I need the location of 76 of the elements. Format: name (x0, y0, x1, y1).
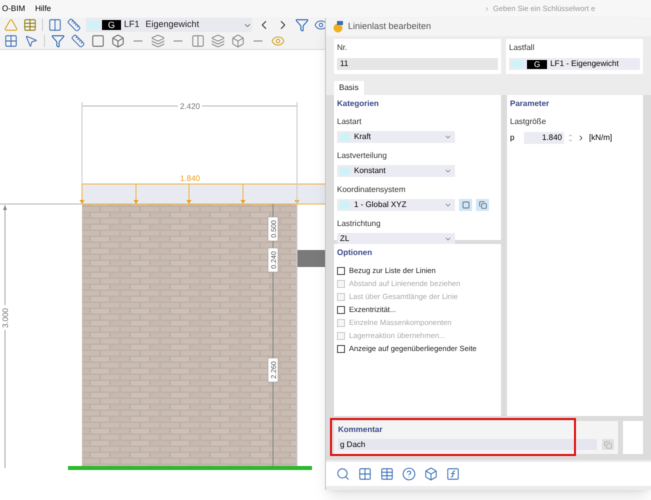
dropdown-icon (444, 167, 452, 175)
section-heading: Optionen (337, 248, 374, 258)
grid-icon[interactable] (358, 467, 372, 481)
load-icon (332, 21, 344, 33)
color-swatch (340, 133, 350, 141)
menu-item[interactable]: Hilfe (35, 2, 52, 14)
dropdown-icon (444, 235, 452, 243)
section-heading: Parameter (510, 99, 550, 109)
load-case-field[interactable]: G LF1 - Eigengewicht (509, 58, 640, 70)
dropdown-icon (444, 201, 452, 209)
field-label: Lastart (337, 117, 362, 127)
tab[interactable]: Basis (334, 81, 364, 95)
checkbox[interactable] (337, 266, 345, 274)
field-label: Koordinatensystem (337, 185, 406, 195)
section-heading: Kommentar (338, 425, 384, 435)
side-panel (623, 421, 643, 454)
section-heading: Kategorien (337, 99, 380, 109)
expand-icon[interactable] (577, 134, 585, 142)
layers-icon[interactable] (151, 34, 165, 48)
field-value: ZL (340, 233, 350, 245)
filter-icon[interactable] (51, 34, 65, 48)
box-icon[interactable] (231, 34, 245, 48)
expand-icon (484, 6, 490, 12)
box-icon[interactable] (111, 34, 125, 48)
window-title: Linienlast bearbeiten (348, 20, 432, 34)
field-label: Nr. (337, 43, 348, 53)
color-swatch (340, 201, 350, 209)
number-field[interactable]: 11 (337, 58, 498, 70)
load-case-selector[interactable]: G LF1 Eigengewicht (86, 18, 252, 32)
symbol-label: p (510, 132, 516, 144)
comment-field[interactable]: g Dach (338, 439, 597, 450)
load-case-badge: G (527, 60, 548, 68)
layers-icon[interactable] (211, 34, 225, 48)
height-dimension-label: 3.000 (1, 308, 10, 328)
dropdown-field[interactable]: Kraft (337, 131, 455, 143)
grid-icon[interactable] (4, 34, 18, 48)
box-icon[interactable] (424, 467, 438, 481)
edit-item-button[interactable] (476, 199, 489, 211)
eye-icon[interactable] (314, 18, 328, 32)
load-case-value: LF1 - Eigengewicht (550, 58, 619, 70)
load-case-badge: G (102, 20, 122, 30)
table-icon[interactable] (23, 18, 37, 32)
value-field[interactable]: 1.840 (524, 132, 564, 144)
filter-icon[interactable] (295, 18, 309, 32)
checkbox[interactable] (337, 344, 345, 352)
checkbox[interactable] (337, 306, 345, 314)
beam-block (297, 250, 325, 267)
columns-icon[interactable] (191, 34, 205, 48)
load-case-name: Eigengewicht (146, 18, 200, 32)
unit-label: [kN/m] (589, 132, 612, 144)
field-value: Kraft (354, 131, 372, 143)
field-label: Lastgröße (510, 117, 548, 127)
dropdown-icon (444, 133, 452, 141)
pointer-icon[interactable] (24, 34, 38, 48)
columns-icon[interactable] (48, 18, 62, 32)
dropdown-field[interactable]: ZL (337, 233, 455, 245)
dropdown-field[interactable]: 1 - Global XYZ (337, 199, 455, 211)
new-item-button[interactable] (459, 199, 472, 211)
table-icon[interactable] (380, 467, 394, 481)
menu-item[interactable]: O-BIM (2, 2, 26, 14)
ruler-icon[interactable] (67, 18, 81, 32)
function-icon[interactable] (446, 467, 460, 481)
field-value: Konstant (354, 165, 387, 177)
load-value-label: 1.840 (180, 174, 200, 183)
field-label: Lastrichtung (337, 219, 382, 229)
help-icon[interactable] (402, 467, 416, 481)
ruler-icon[interactable] (71, 34, 85, 48)
field-label: Lastfall (509, 43, 536, 53)
field-value: 1 - Global XYZ (354, 199, 408, 211)
square-icon[interactable] (91, 34, 105, 48)
search-icon[interactable] (336, 467, 350, 481)
load-case-code: LF1 (124, 18, 140, 32)
dropdown-field[interactable]: Konstant (337, 165, 455, 177)
width-dimension-label: 2.420 (180, 102, 200, 111)
color-swatch (340, 167, 350, 175)
field-label: Lastverteilung (337, 151, 388, 161)
